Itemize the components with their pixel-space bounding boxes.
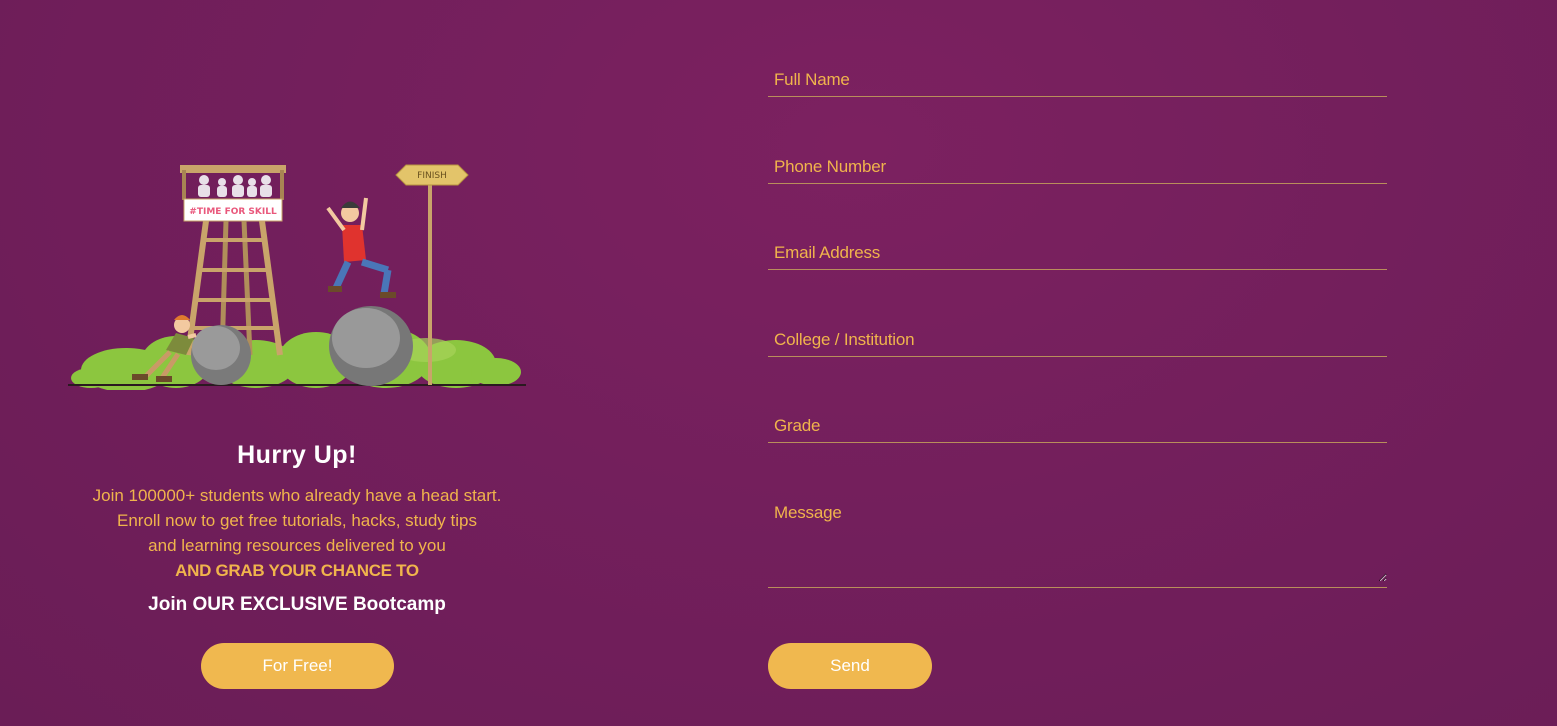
tower-banner-text: #TIME FOR SKILL (189, 207, 277, 217)
jumping-character (326, 197, 396, 298)
grade-field-wrapper (768, 410, 1387, 443)
finish-sign-text: FINISH (417, 171, 447, 181)
hero-line-2: Enroll now to get free tutorials, hacks,… (116, 511, 477, 530)
phone-field-wrapper (768, 151, 1387, 184)
message-field-wrapper (768, 496, 1387, 588)
hero-title: Hurry Up! (237, 441, 357, 469)
hero-line-1: Join 100000+ students who already have a… (92, 486, 502, 505)
hero-description: Join 100000+ students who already have a… (0, 483, 594, 583)
hero-line-4: AND GRAB YOUR CHANCE TO (175, 561, 419, 580)
college-institution-input[interactable] (768, 324, 1387, 356)
college-field-wrapper (768, 324, 1387, 357)
for-free-button[interactable]: For Free! (201, 643, 394, 689)
message-textarea[interactable] (768, 496, 1387, 582)
full-name-field-wrapper (768, 64, 1387, 97)
bushes (71, 328, 521, 390)
phone-number-input[interactable] (768, 151, 1387, 183)
email-address-input[interactable] (768, 237, 1387, 269)
grade-input[interactable] (768, 410, 1387, 442)
full-name-input[interactable] (768, 64, 1387, 96)
race-illustration: #TIME FOR SKILL FINISH (68, 164, 526, 390)
promo-panel: #TIME FOR SKILL FINISH Hurry Up! Join 10… (0, 0, 600, 726)
hero-line-3: and learning resources delivered to you (148, 536, 446, 555)
email-field-wrapper (768, 237, 1387, 270)
big-boulder (329, 306, 413, 386)
bootcamp-heading: Join OUR EXCLUSIVE Bootcamp (148, 594, 446, 615)
watch-tower: #TIME FOR SKILL (180, 165, 286, 356)
small-boulder (191, 325, 251, 385)
send-button[interactable]: Send (768, 643, 932, 689)
